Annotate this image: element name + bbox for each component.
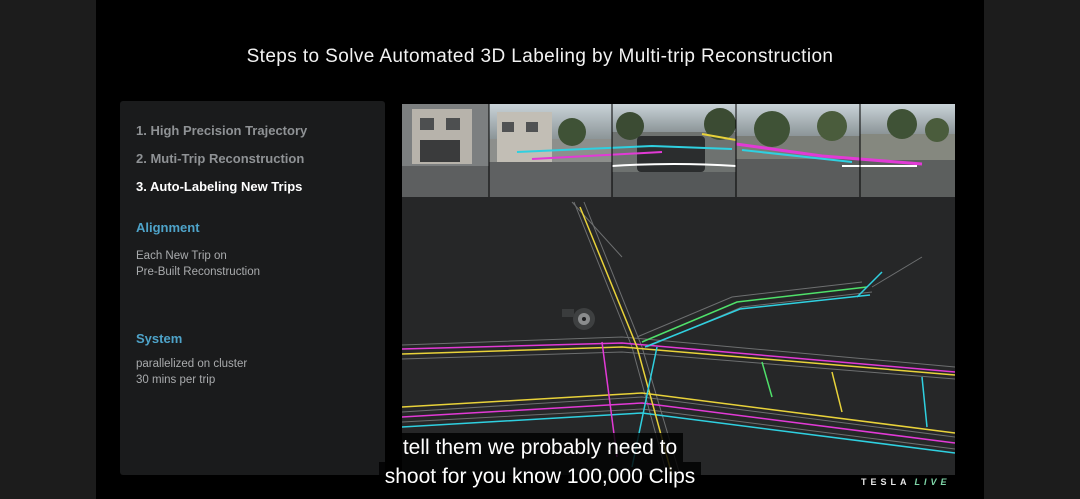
camera-view-front — [612, 104, 736, 197]
alignment-description: Each New Trip on Pre-Built Reconstructio… — [136, 248, 260, 280]
step-item-active: 3. Auto-Labeling New Trips — [136, 179, 303, 194]
system-line: parallelized on cluster — [136, 358, 248, 370]
alignment-line: Pre-Built Reconstruction — [136, 266, 260, 278]
steps-list: 1. High Precision Trajectory 2. Muti-Tri… — [136, 123, 307, 207]
presentation-slide: Steps to Solve Automated 3D Labeling by … — [96, 0, 984, 499]
system-line: 30 mins per trip — [136, 374, 216, 386]
step-item: 2. Muti-Trip Reconstruction — [136, 151, 305, 166]
camera-view-right-pillar — [860, 104, 955, 197]
camera-view-left-pillar — [402, 104, 489, 197]
system-description: parallelized on cluster 30 mins per trip — [136, 356, 247, 388]
camera-strip — [402, 104, 955, 197]
step-item: 1. High Precision Trajectory — [136, 123, 308, 138]
steps-panel: 1. High Precision Trajectory 2. Muti-Tri… — [120, 101, 385, 475]
letterbox-right — [984, 0, 1080, 499]
alignment-heading: Alignment — [136, 220, 200, 235]
caption-line: shoot for you know 100,000 Clips — [378, 462, 702, 491]
reconstruction-media — [402, 104, 955, 475]
caption-line: tell them we probably need to — [396, 433, 684, 462]
brand-name: TESLA — [861, 477, 911, 487]
brand-suffix: LIVE — [914, 477, 951, 487]
slide-title: Steps to Solve Automated 3D Labeling by … — [246, 46, 834, 67]
letterbox-left — [0, 0, 96, 499]
alignment-line: Each New Trip on — [136, 250, 227, 262]
system-heading: System — [136, 331, 183, 346]
tesla-live-logo: TESLA LIVE — [861, 477, 951, 487]
